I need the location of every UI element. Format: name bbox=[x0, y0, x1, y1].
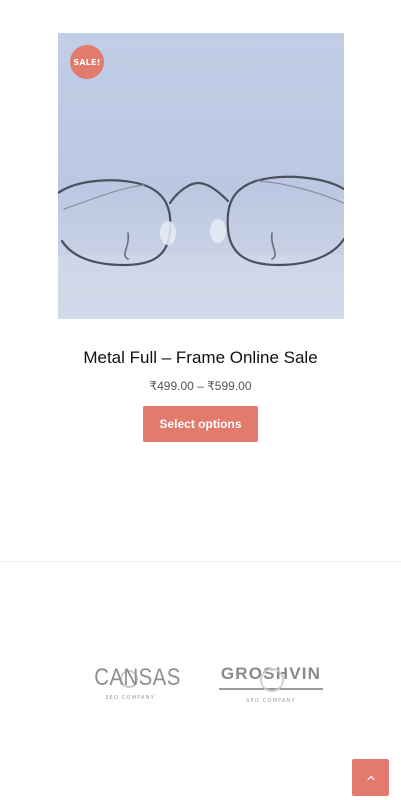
product-image[interactable] bbox=[58, 33, 344, 319]
product-price: ₹499.00 – ₹599.00 bbox=[149, 379, 252, 393]
logo-ring-mark bbox=[260, 668, 284, 692]
back-to-top-button[interactable] bbox=[352, 759, 389, 796]
logo-tagline: SEO COMPANY bbox=[105, 695, 155, 701]
product-card: SALE! Metal Full – Frame Online Sale ₹49… bbox=[0, 0, 401, 560]
partner-logo-cansas: CANSAS SEO COMPANY bbox=[88, 664, 181, 701]
chevron-up-icon bbox=[366, 775, 375, 780]
sale-badge: SALE! bbox=[70, 45, 104, 79]
eyeglasses-icon bbox=[58, 175, 344, 319]
logo-tagline: SEO COMPANY bbox=[246, 698, 296, 704]
partner-logo-groshvin: GROSHVIN SEO COMPANY bbox=[219, 664, 323, 704]
product-title[interactable]: Metal Full – Frame Online Sale bbox=[0, 348, 401, 368]
section-divider bbox=[0, 561, 401, 562]
select-options-button[interactable]: Select options bbox=[143, 406, 258, 442]
logo-name: CANSAS bbox=[94, 664, 181, 691]
